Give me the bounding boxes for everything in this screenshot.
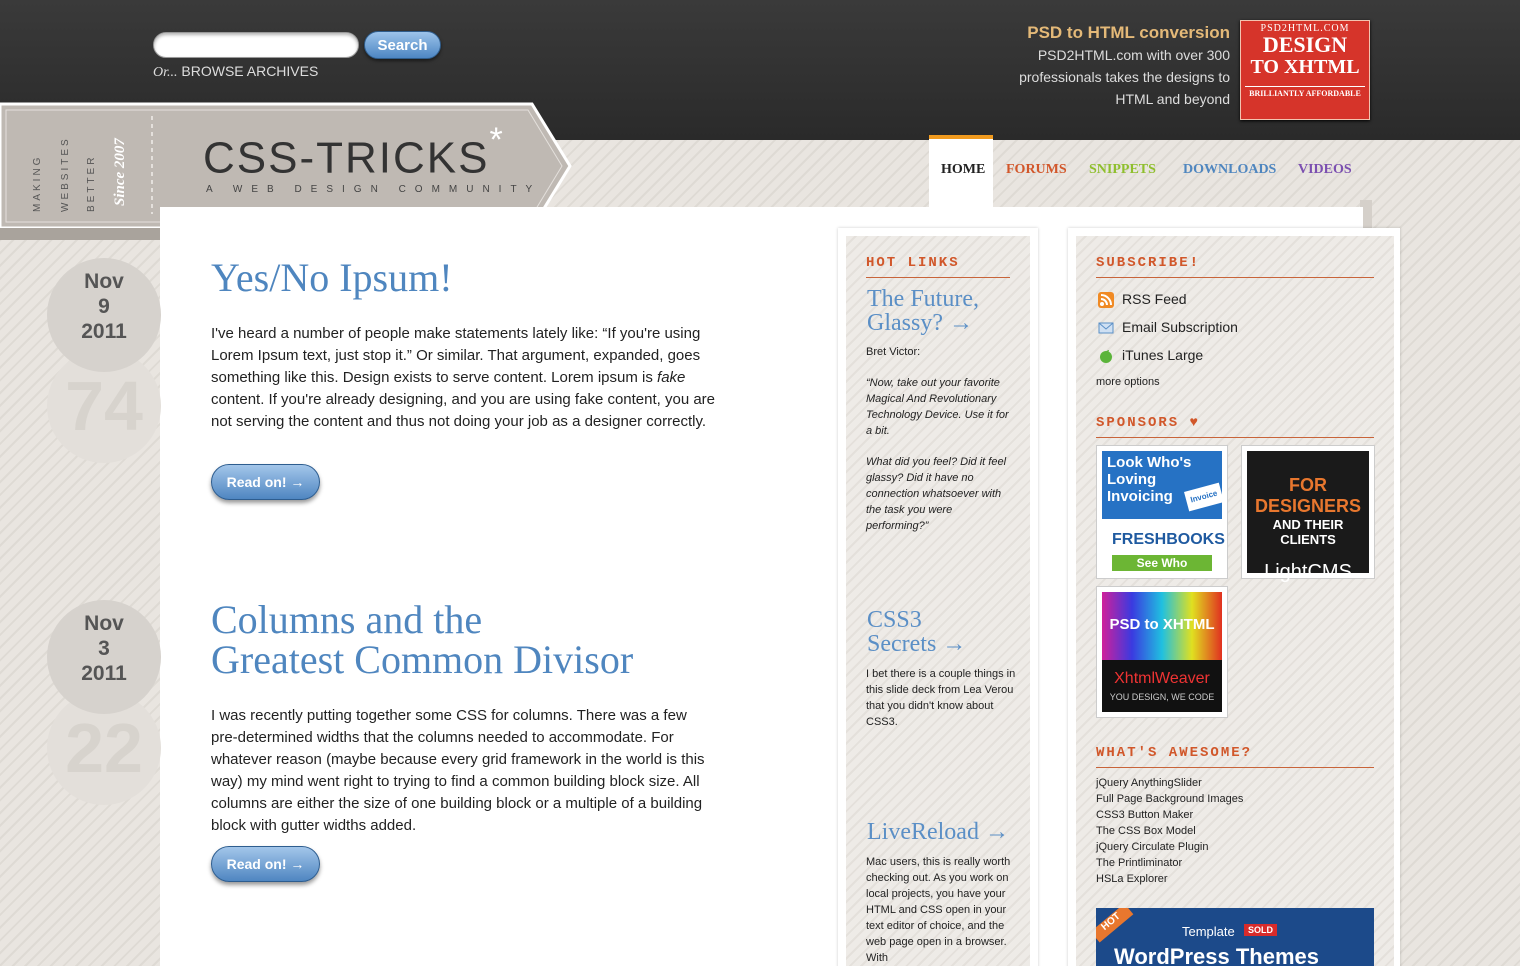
lightcms-line-2: AND THEIR CLIENTS bbox=[1272, 517, 1344, 547]
email-icon bbox=[1098, 322, 1114, 334]
sponsor-xhtmlweaver[interactable]: PSD to XHTML XhtmlWeaver YOU DESIGN, WE … bbox=[1096, 586, 1228, 718]
logo-tagline: A WEB DESIGN COMMUNITY bbox=[206, 184, 542, 195]
psd2html-ad-text[interactable]: PSD to HTML conversion PSD2HTML.com with… bbox=[990, 22, 1230, 110]
excerpt-emphasis: fake bbox=[657, 369, 686, 386]
nav-downloads[interactable]: DOWNLOADS bbox=[1183, 162, 1276, 178]
freshbooks-line-2: Loving bbox=[1107, 471, 1157, 488]
post-year: 2011 bbox=[81, 320, 127, 343]
post-month: Nov bbox=[84, 612, 124, 635]
rss-feed-link[interactable]: RSS Feed bbox=[1122, 291, 1187, 307]
nav-videos[interactable]: VIDEOS bbox=[1298, 162, 1352, 178]
rss-icon bbox=[1098, 292, 1114, 308]
freshbooks-ad: Look Who's Loving Invoicing Invoice FRES… bbox=[1102, 451, 1225, 573]
post-year: 2011 bbox=[81, 662, 127, 685]
awesome-link[interactable]: The Printliminator bbox=[1096, 857, 1182, 869]
whats-awesome-heading: WHAT'S AWESOME? bbox=[1096, 745, 1374, 768]
awesome-link[interactable]: jQuery Circulate Plugin bbox=[1096, 841, 1209, 853]
email-subscription-link[interactable]: Email Subscription bbox=[1122, 319, 1238, 335]
lightcms-line-1: FOR DESIGNERS bbox=[1254, 475, 1362, 516]
search-button[interactable]: Search bbox=[364, 31, 441, 59]
since-2007: Since 2007 bbox=[112, 138, 128, 206]
comment-count: 74 bbox=[65, 367, 143, 445]
post-title-line-1: Columns and the bbox=[211, 597, 483, 642]
sponsor-lightcms[interactable]: FOR DESIGNERS AND THEIR CLIENTS LightCMS bbox=[1241, 445, 1375, 583]
nav-home[interactable]: HOME bbox=[941, 162, 985, 178]
sponsor-freshbooks[interactable]: Look Who's Loving Invoicing Invoice FRES… bbox=[1096, 445, 1228, 579]
read-on-button[interactable]: Read on! → bbox=[211, 464, 320, 500]
awesome-link[interactable]: jQuery AnythingSlider bbox=[1096, 777, 1202, 789]
hot-link-quote: What did you feel? Did it feel glassy? D… bbox=[866, 456, 1007, 532]
hot-link-text: Mac users, this is really worth checking… bbox=[866, 856, 1011, 964]
post-title-line-2: Greatest Common Divisor bbox=[211, 637, 634, 682]
ad-line-1: PSD2HTML.com with over 300 bbox=[1037, 47, 1230, 63]
wordpress-themes-text: WordPress Themes bbox=[1114, 944, 1320, 966]
archives-prefix: Or... bbox=[153, 65, 178, 80]
hot-link-title-line-1: The Future, bbox=[867, 286, 979, 312]
post-excerpt: I was recently putting together some CSS… bbox=[211, 707, 705, 834]
excerpt-text-end: content. If you're already designing, an… bbox=[211, 391, 716, 430]
banner-line-2: TO XHTML bbox=[1250, 56, 1360, 78]
more-options-link[interactable]: more options bbox=[1096, 376, 1160, 388]
awesome-link[interactable]: HSLa Explorer bbox=[1096, 873, 1168, 885]
hot-link-title-line-1: CSS3 bbox=[867, 607, 922, 633]
template-sold-ad[interactable]: HOT Template SOLD WordPress Themes bbox=[1096, 908, 1374, 966]
nav-forums[interactable]: FORUMS bbox=[1006, 162, 1067, 178]
nav-snippets[interactable]: SNIPPETS bbox=[1089, 162, 1156, 178]
logo-name: CSS-TRICKS bbox=[203, 133, 490, 183]
freshbooks-brand: FRESHBOOKS bbox=[1112, 531, 1225, 548]
hot-link-title[interactable]: CSS3 Secrets → bbox=[867, 608, 966, 656]
excerpt-text: I've heard a number of people make state… bbox=[211, 325, 701, 386]
template-label: Template bbox=[1182, 924, 1235, 939]
apple-icon bbox=[1100, 350, 1112, 363]
hot-ribbon: HOT bbox=[1096, 908, 1134, 943]
ad-line-2: professionals takes the designs to bbox=[1019, 69, 1230, 85]
lightcms-ad: FOR DESIGNERS AND THEIR CLIENTS LightCMS bbox=[1247, 451, 1369, 583]
post-day: 3 bbox=[98, 637, 110, 660]
hot-link-title-line-2: Secrets → bbox=[867, 631, 967, 657]
subscribe-heading: SUBSCRIBE! bbox=[1096, 255, 1374, 278]
banner-bottom-text: BRILLIANTLY AFFORDABLE bbox=[1245, 86, 1365, 98]
ad-line-3: HTML and beyond bbox=[1115, 91, 1230, 107]
xhtml-line-1: PSD to XHTML bbox=[1109, 616, 1215, 633]
archives-label: BROWSE ARCHIVES bbox=[181, 63, 319, 79]
comment-count: 22 bbox=[65, 709, 143, 787]
hot-link-author: Bret Victor: bbox=[866, 346, 921, 358]
awesome-link[interactable]: CSS3 Button Maker bbox=[1096, 809, 1193, 821]
side-word-better: BETTER bbox=[86, 154, 97, 212]
post-date: Nov 9 2011 bbox=[47, 258, 161, 372]
post-title[interactable]: Columns and the Greatest Common Divisor bbox=[211, 600, 633, 680]
awesome-link[interactable]: Full Page Background Images bbox=[1096, 793, 1243, 805]
hot-link-title[interactable]: The Future, Glassy? → bbox=[867, 287, 979, 335]
see-who-button: See Who bbox=[1112, 555, 1212, 571]
site-logo[interactable]: CSS-TRICKS* bbox=[203, 121, 505, 184]
hot-link-title-line-2: Glassy? → bbox=[867, 310, 973, 336]
xhtml-brand: XhtmlWeaver bbox=[1114, 670, 1210, 687]
awesome-link[interactable]: The CSS Box Model bbox=[1096, 825, 1196, 837]
read-on-button[interactable]: Read on! → bbox=[211, 846, 320, 882]
side-word-making: MAKING bbox=[32, 154, 43, 212]
hot-link-text: I bet there is a couple things in this s… bbox=[866, 668, 1016, 728]
hot-link-title[interactable]: LiveReload → bbox=[867, 820, 1009, 844]
freshbooks-line-1: Look Who's bbox=[1107, 454, 1192, 471]
browse-archives-link[interactable]: Or... BROWSE ARCHIVES bbox=[153, 63, 318, 81]
post-day: 9 bbox=[98, 295, 110, 318]
ad-title: PSD to HTML conversion bbox=[1027, 23, 1230, 42]
sponsors-heading: SPONSORS ♥ bbox=[1096, 415, 1374, 438]
xhtmlweaver-ad: PSD to XHTML XhtmlWeaver YOU DESIGN, WE … bbox=[1102, 592, 1222, 712]
post-title[interactable]: Yes/No Ipsum! bbox=[211, 258, 453, 298]
psd2html-banner[interactable]: PSD2HTML.COM DESIGN TO XHTML BRILLIANTLY… bbox=[1240, 20, 1370, 120]
search-input[interactable] bbox=[153, 32, 359, 58]
sold-badge: SOLD bbox=[1244, 924, 1278, 936]
itunes-link[interactable]: iTunes Large bbox=[1122, 347, 1203, 363]
logo-asterisk: * bbox=[489, 121, 505, 159]
banner-line-1: DESIGN bbox=[1262, 32, 1348, 57]
side-word-websites: WEBSITES bbox=[60, 136, 71, 212]
hot-link-quote: “Now, take out your favorite Magical And… bbox=[866, 377, 1009, 437]
post-month: Nov bbox=[84, 270, 124, 293]
lightcms-brand: LightCMS bbox=[1264, 561, 1352, 583]
hot-links-heading: HOT LINKS bbox=[866, 255, 1010, 278]
xhtml-tag: YOU DESIGN, WE CODE bbox=[1109, 692, 1215, 702]
post-date: Nov 3 2011 bbox=[47, 600, 161, 714]
post-excerpt: I've heard a number of people make state… bbox=[211, 323, 717, 433]
